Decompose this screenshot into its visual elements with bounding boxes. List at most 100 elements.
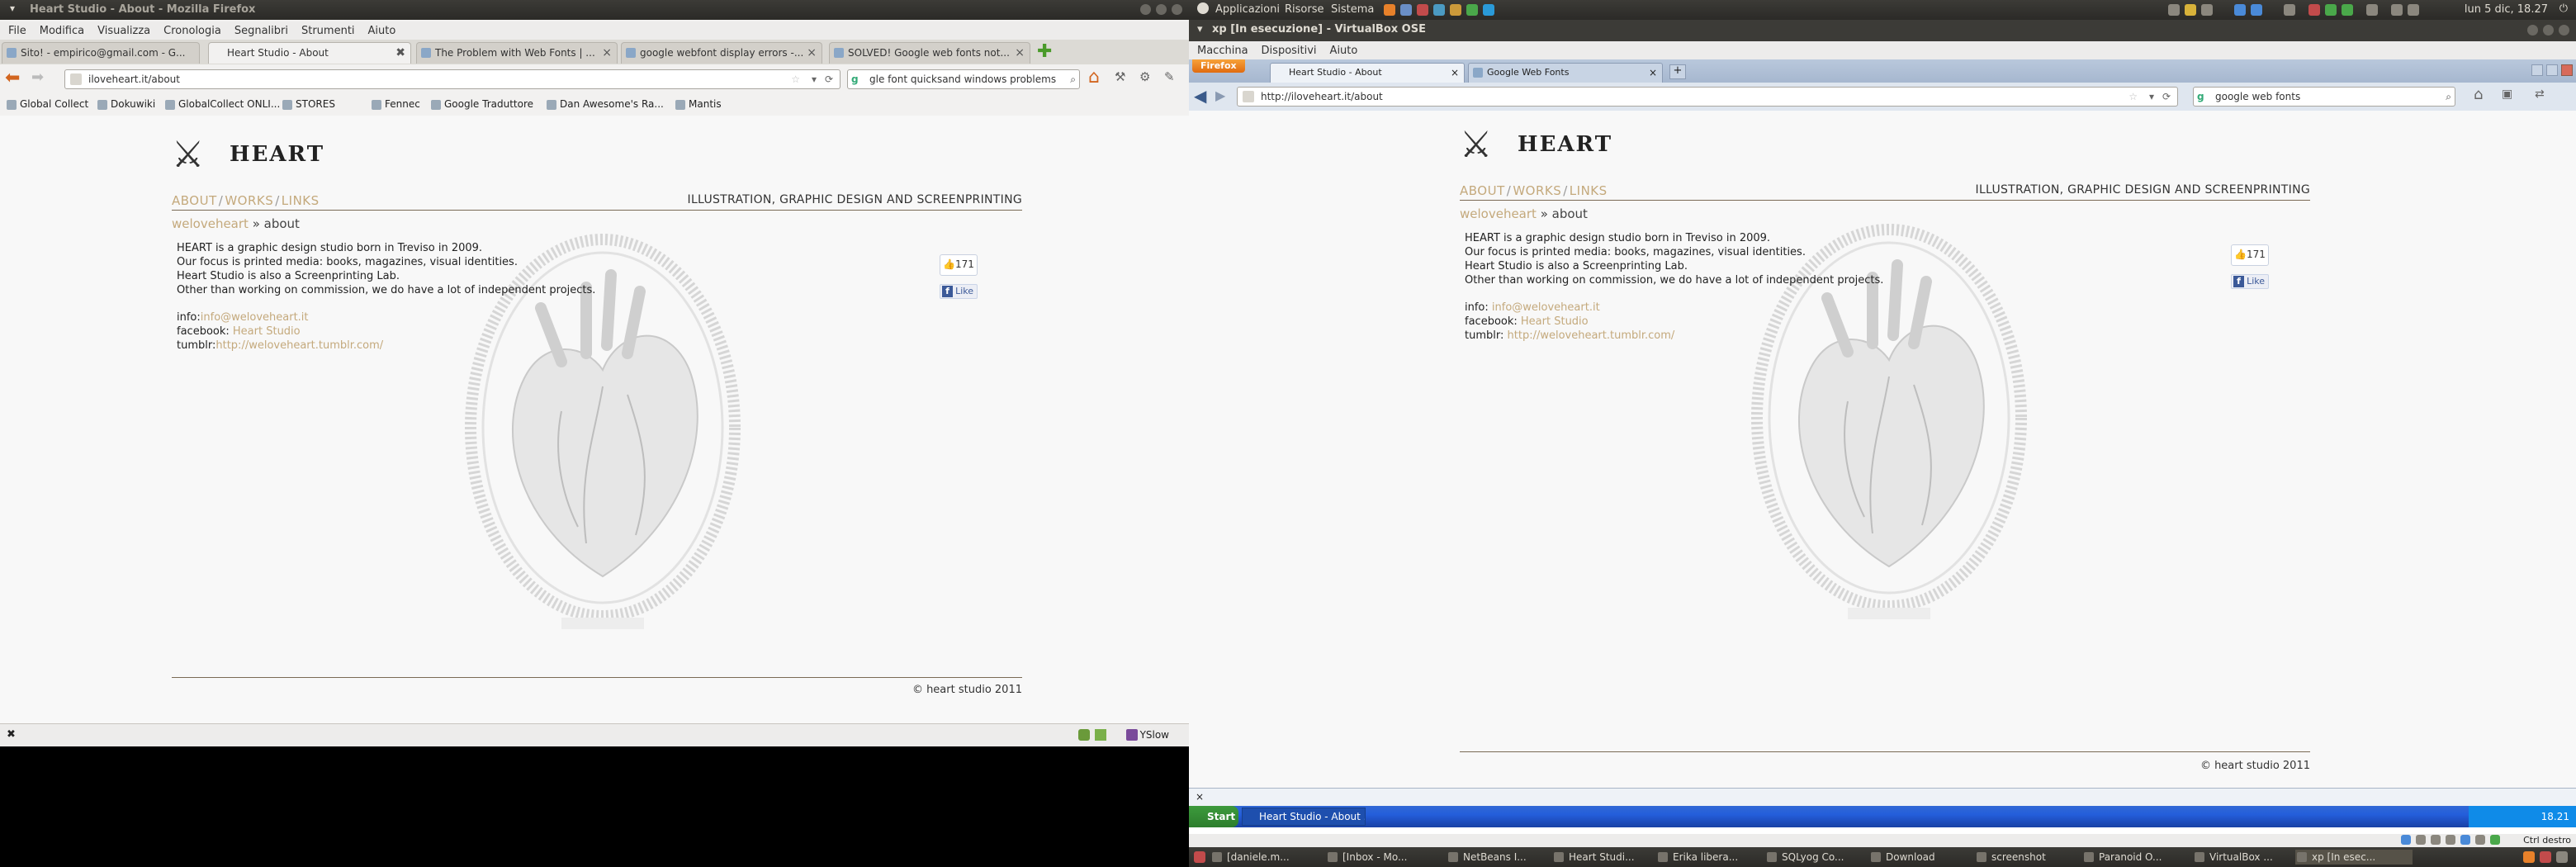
facebook-link[interactable]: Heart Studio [233, 325, 301, 338]
new-tab-plus-icon[interactable]: ✚ [1037, 41, 1052, 62]
toolbar-icon[interactable]: ▣ [2502, 88, 2512, 101]
xp-search-input[interactable]: g google web fonts ⌕ [2193, 87, 2455, 107]
bookmark-item[interactable]: Dan Awesome's Ra... [547, 98, 664, 110]
maximize-button[interactable] [2543, 25, 2554, 36]
toolbar-icon[interactable]: ⇄ [2535, 88, 2545, 101]
addon-status-icon[interactable] [1078, 729, 1090, 741]
taskbar-item-active[interactable]: xp [In esec... [2295, 850, 2413, 865]
heart-logo[interactable]: ⚔ HEART [172, 130, 323, 183]
bookmark-item[interactable]: Google Traduttore [431, 98, 533, 110]
bookmark-item[interactable]: GlobalCollect ONLI... [165, 98, 280, 110]
back-arrow-icon[interactable]: ⬅ [5, 68, 20, 88]
addon-icon[interactable]: ⚙ [1139, 69, 1150, 84]
back-arrow-icon[interactable]: ◀ [1194, 86, 1206, 106]
maximize-button[interactable] [2546, 64, 2558, 76]
workspace-switcher-icon[interactable] [2556, 851, 2568, 863]
terminal-icon[interactable] [2284, 4, 2295, 16]
menu-modifica[interactable]: Modifica [40, 25, 84, 37]
vb-mouse-icon[interactable] [2490, 835, 2500, 845]
close-button[interactable] [1172, 4, 1182, 15]
close-tab-icon[interactable]: × [807, 43, 817, 63]
search-magnifier-icon[interactable]: ⌕ [2446, 88, 2451, 106]
tab-gmail[interactable]: Sito! - empirico@gmail.com - G... [2, 42, 200, 64]
nav-links[interactable]: LINKS [282, 193, 320, 208]
close-button[interactable] [2561, 64, 2573, 76]
menu-risorse[interactable]: Risorse [1285, 3, 1324, 16]
firefox-tray-icon[interactable] [2523, 851, 2535, 863]
close-button[interactable] [2559, 25, 2569, 36]
nav-links[interactable]: LINKS [1570, 183, 1608, 198]
nav-works[interactable]: WORKS [225, 193, 273, 208]
tray-icon[interactable] [2201, 4, 2213, 16]
close-tab-icon[interactable]: × [1649, 64, 1657, 82]
vb-cd-icon[interactable] [2416, 835, 2426, 845]
yslow-label[interactable]: YSlow [1140, 729, 1169, 741]
extension-icon[interactable]: ✎ [1164, 69, 1175, 84]
search-magnifier-icon[interactable]: ⌕ [1070, 70, 1076, 88]
minimize-button[interactable] [2531, 64, 2543, 76]
tray-icon[interactable] [2540, 851, 2551, 863]
home-icon[interactable]: ⌂ [1088, 67, 1100, 88]
tumblr-link[interactable]: http://weloveheart.tumblr.com/ [1508, 329, 1675, 342]
facebook-link[interactable]: Heart Studio [1521, 315, 1589, 328]
tools-icon[interactable]: ⚒ [1115, 69, 1125, 84]
tray-icon[interactable] [2342, 4, 2353, 16]
launcher-icon[interactable] [1466, 4, 1478, 16]
menu-macchina[interactable]: Macchina [1197, 45, 1248, 57]
ubuntu-logo-icon[interactable] [1197, 2, 1209, 14]
bookmark-item[interactable]: Mantis [675, 98, 722, 110]
home-icon[interactable]: ⌂ [2474, 86, 2483, 103]
vb-network-icon[interactable] [2431, 835, 2441, 845]
bookmark-item[interactable]: Global Collect [7, 98, 88, 110]
like-button[interactable]: Like [940, 284, 978, 299]
window-menu-icon[interactable]: ▾ [10, 2, 15, 14]
info-email-link[interactable]: info@weloveheart.it [201, 311, 309, 324]
maximize-button[interactable] [1156, 4, 1167, 15]
launcher-icon[interactable] [1450, 4, 1461, 16]
taskbar-item[interactable]: Erika libera... [1656, 850, 1777, 865]
like-button[interactable]: Like [2231, 274, 2269, 289]
menu-file[interactable]: File [8, 25, 26, 37]
minimize-button[interactable] [2527, 25, 2538, 36]
power-icon[interactable]: ⏻ [2559, 2, 2568, 15]
google-engine-icon[interactable]: g [851, 70, 864, 88]
forward-arrow-icon[interactable]: ▶ [1215, 88, 1225, 103]
info-email-link[interactable]: info@weloveheart.it [1492, 301, 1600, 314]
tray-icon[interactable] [2308, 4, 2320, 16]
tray-icon[interactable] [2366, 4, 2378, 16]
vb-capture-icon[interactable] [2475, 835, 2485, 845]
bookmark-item[interactable]: Fennec [372, 98, 420, 110]
launcher-icon[interactable] [1400, 4, 1412, 16]
close-tab-icon[interactable]: × [602, 43, 612, 63]
clock[interactable]: lun 5 dic, 18.27 [2465, 3, 2548, 16]
minimize-button[interactable] [1140, 4, 1151, 15]
menu-aiuto[interactable]: Aiuto [1330, 45, 1358, 57]
close-status-icon[interactable]: × [1196, 791, 1204, 803]
launcher-icon[interactable] [1433, 4, 1445, 16]
breadcrumb-home[interactable]: weloveheart [1460, 206, 1537, 221]
taskbar-item[interactable]: SQLyog Co... [1765, 850, 1881, 865]
tab-solved-google-fonts[interactable]: SOLVED! Google web fonts not... × [829, 42, 1030, 64]
mail-icon[interactable] [2185, 4, 2196, 16]
taskbar-item[interactable]: VirtualBox ... [2193, 850, 2307, 865]
xp-system-tray[interactable]: 18.21 [2469, 806, 2576, 827]
tray-icon[interactable] [2168, 4, 2180, 16]
tray-icon[interactable] [2251, 4, 2262, 16]
vb-hdd-icon[interactable] [2401, 835, 2411, 845]
tray-icon[interactable] [2234, 4, 2246, 16]
new-tab-plus-icon[interactable]: + [1669, 64, 1686, 79]
menu-applicazioni[interactable]: Applicazioni [1215, 3, 1280, 16]
xp-tab-google-web-fonts[interactable]: Google Web Fonts × [1468, 63, 1663, 83]
xp-task-heart-studio[interactable]: Heart Studio - About ... [1242, 808, 1366, 826]
tray-icon[interactable] [2325, 4, 2337, 16]
bookmark-item[interactable]: Dokuwiki [97, 98, 155, 110]
bookmark-folder[interactable]: STORES [282, 98, 335, 110]
xp-url-bar[interactable]: http://iloveheart.it/about ☆ ▾ ⟳ [1237, 87, 2178, 107]
tumblr-link[interactable]: http://weloveheart.tumblr.com/ [215, 339, 383, 352]
page-speed-icon[interactable] [1095, 729, 1106, 741]
taskbar-item[interactable]: NetBeans I... [1447, 850, 1562, 865]
menu-cronologia[interactable]: Cronologia [163, 25, 221, 37]
taskbar-item[interactable]: [daniele.m... [1210, 850, 1338, 865]
nav-works[interactable]: WORKS [1513, 183, 1561, 198]
reload-icon[interactable]: ⟳ [2162, 88, 2171, 106]
